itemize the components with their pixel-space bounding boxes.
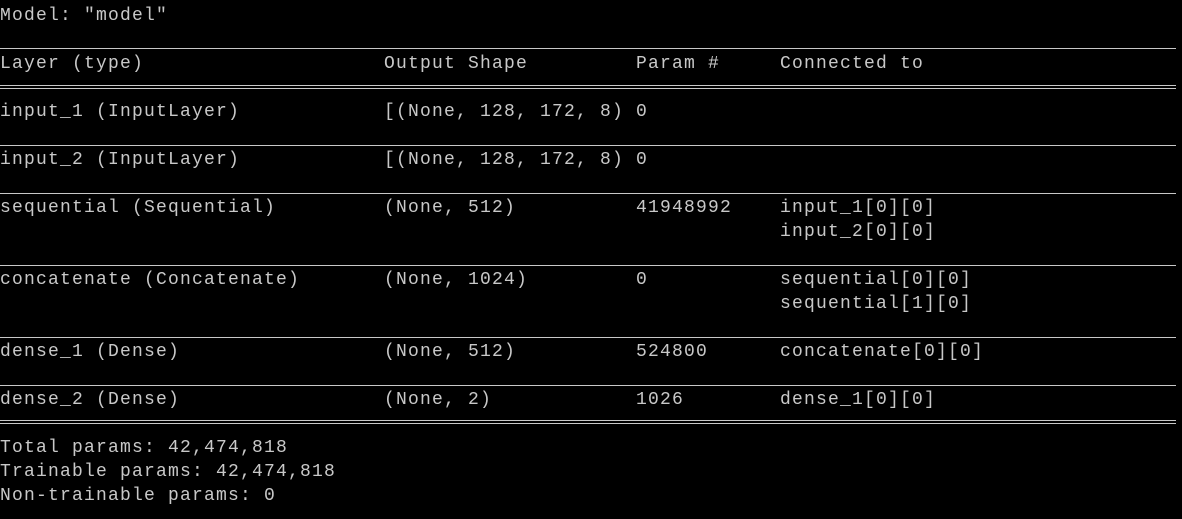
divider [0, 420, 1176, 424]
divider [0, 145, 1176, 146]
header-output-shape: Output Shape [384, 54, 529, 74]
divider [0, 337, 1176, 338]
divider [0, 265, 1176, 266]
param-count: 0 [636, 150, 649, 170]
total-params: Total params: 42,474,818 [0, 438, 289, 458]
param-count: 524800 [636, 342, 709, 362]
divider [0, 48, 1176, 49]
output-shape: [(None, 128, 172, 8) [384, 150, 625, 170]
layer-name: input_1 (InputLayer) [0, 102, 241, 122]
header-param: Param # [636, 54, 721, 74]
divider [0, 193, 1176, 194]
output-shape: [(None, 128, 172, 8) [384, 102, 625, 122]
connected-to: input_1[0][0] [780, 198, 937, 218]
output-shape: (None, 1024) [384, 270, 529, 290]
connected-to: concatenate[0][0] [780, 342, 985, 362]
model-title: Model: "model" [0, 6, 169, 26]
layer-name: input_2 (InputLayer) [0, 150, 241, 170]
output-shape: (None, 512) [384, 342, 517, 362]
layer-name: concatenate (Concatenate) [0, 270, 301, 290]
connected-to: input_2[0][0] [780, 222, 937, 242]
double-divider [0, 85, 1176, 89]
header-connected: Connected to [780, 54, 925, 74]
connected-to: dense_1[0][0] [780, 390, 937, 410]
param-count: 0 [636, 102, 649, 122]
layer-name: dense_1 (Dense) [0, 342, 181, 362]
divider [0, 385, 1176, 386]
output-shape: (None, 512) [384, 198, 517, 218]
param-count: 41948992 [636, 198, 733, 218]
non-trainable-params: Non-trainable params: 0 [0, 486, 277, 506]
layer-name: sequential (Sequential) [0, 198, 277, 218]
connected-to: sequential[1][0] [780, 294, 973, 314]
trainable-params: Trainable params: 42,474,818 [0, 462, 337, 482]
output-shape: (None, 2) [384, 390, 493, 410]
connected-to: sequential[0][0] [780, 270, 973, 290]
param-count: 1026 [636, 390, 685, 410]
header-layer: Layer (type) [0, 54, 145, 74]
layer-name: dense_2 (Dense) [0, 390, 181, 410]
param-count: 0 [636, 270, 649, 290]
